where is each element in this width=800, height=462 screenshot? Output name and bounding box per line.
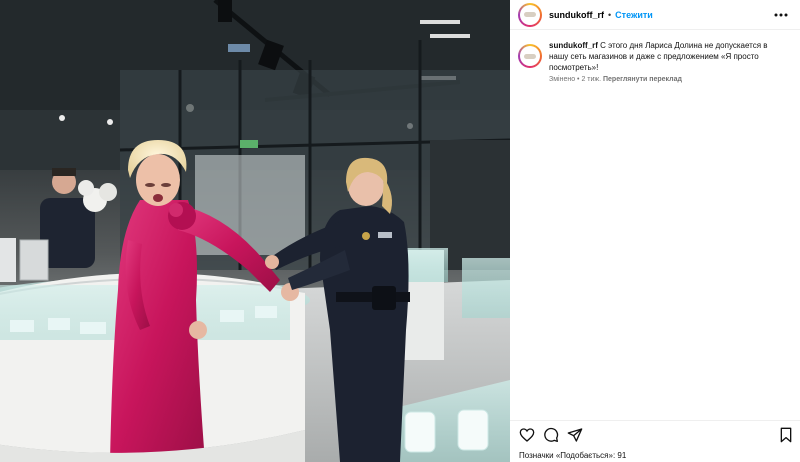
post-side-panel: sundukoff_rf • Стежити sundukoff_rf С эт…	[510, 0, 800, 462]
send-icon[interactable]	[567, 427, 583, 443]
photo-illustration	[0, 0, 510, 462]
comment-icon[interactable]	[543, 427, 559, 443]
see-translation-link[interactable]: Переглянути переклад	[603, 76, 682, 83]
caption-body: sundukoff_rf С этого дня Лариса Долина н…	[549, 40, 789, 83]
bookmark-icon[interactable]	[778, 427, 794, 443]
caption-avatar[interactable]	[518, 44, 542, 68]
caption-meta: Змінено • 2 тиж. Переглянути переклад	[549, 76, 789, 83]
profile-logo-icon	[524, 53, 536, 59]
likes-count[interactable]: Позначки «Подобається»: 91	[519, 451, 626, 460]
post-photo[interactable]	[0, 0, 510, 462]
follow-button[interactable]: Стежити	[615, 10, 653, 20]
profile-logo-icon	[524, 12, 536, 17]
caption-username[interactable]: sundukoff_rf	[549, 41, 598, 50]
edited-timestamp: Змінено • 2 тиж.	[549, 76, 602, 83]
post-header: sundukoff_rf • Стежити	[510, 0, 800, 30]
more-horizontal-icon[interactable]	[772, 6, 790, 24]
heart-icon[interactable]	[519, 427, 535, 443]
avatar[interactable]	[518, 2, 542, 27]
header-username[interactable]: sundukoff_rf	[549, 10, 604, 20]
header-separator: •	[608, 9, 612, 20]
post-actions-bar: Позначки «Подобається»: 91	[510, 420, 800, 462]
post-caption: sundukoff_rf С этого дня Лариса Долина н…	[510, 40, 800, 83]
